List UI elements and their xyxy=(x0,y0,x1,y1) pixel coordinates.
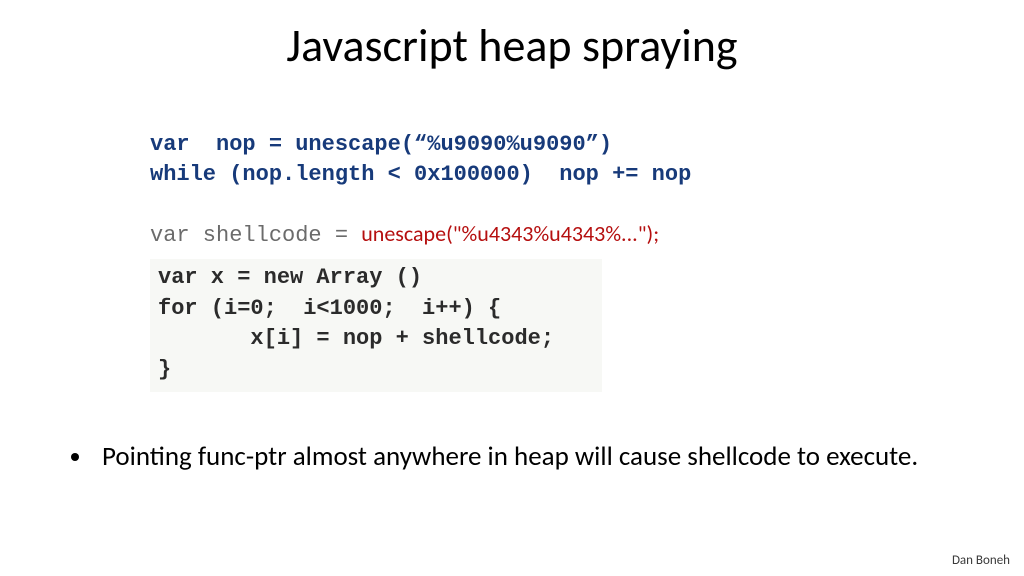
code-line-2: while (nop.length < 0x100000) nop += nop xyxy=(150,162,691,187)
code-block: var nop = unescape(“%u9090%u9090”) while… xyxy=(150,130,880,392)
code-box: var x = new Array () for (i=0; i<1000; i… xyxy=(150,259,602,392)
slide-title: Javascript heap spraying xyxy=(0,18,1024,74)
code-line-1: var nop = unescape(“%u9090%u9090”) xyxy=(150,132,612,157)
slide: Javascript heap spraying var nop = unesc… xyxy=(0,0,1024,576)
footer-author: Dan Boneh xyxy=(952,553,1010,568)
code-line-3b: unescape("%u4343%u4343%..."); xyxy=(361,220,659,247)
bullet-item-1: Pointing func-ptr almost anywhere in hea… xyxy=(94,440,934,474)
bullet-list: Pointing func-ptr almost anywhere in hea… xyxy=(66,440,934,474)
code-line-3a: var shellcode = xyxy=(150,223,361,248)
